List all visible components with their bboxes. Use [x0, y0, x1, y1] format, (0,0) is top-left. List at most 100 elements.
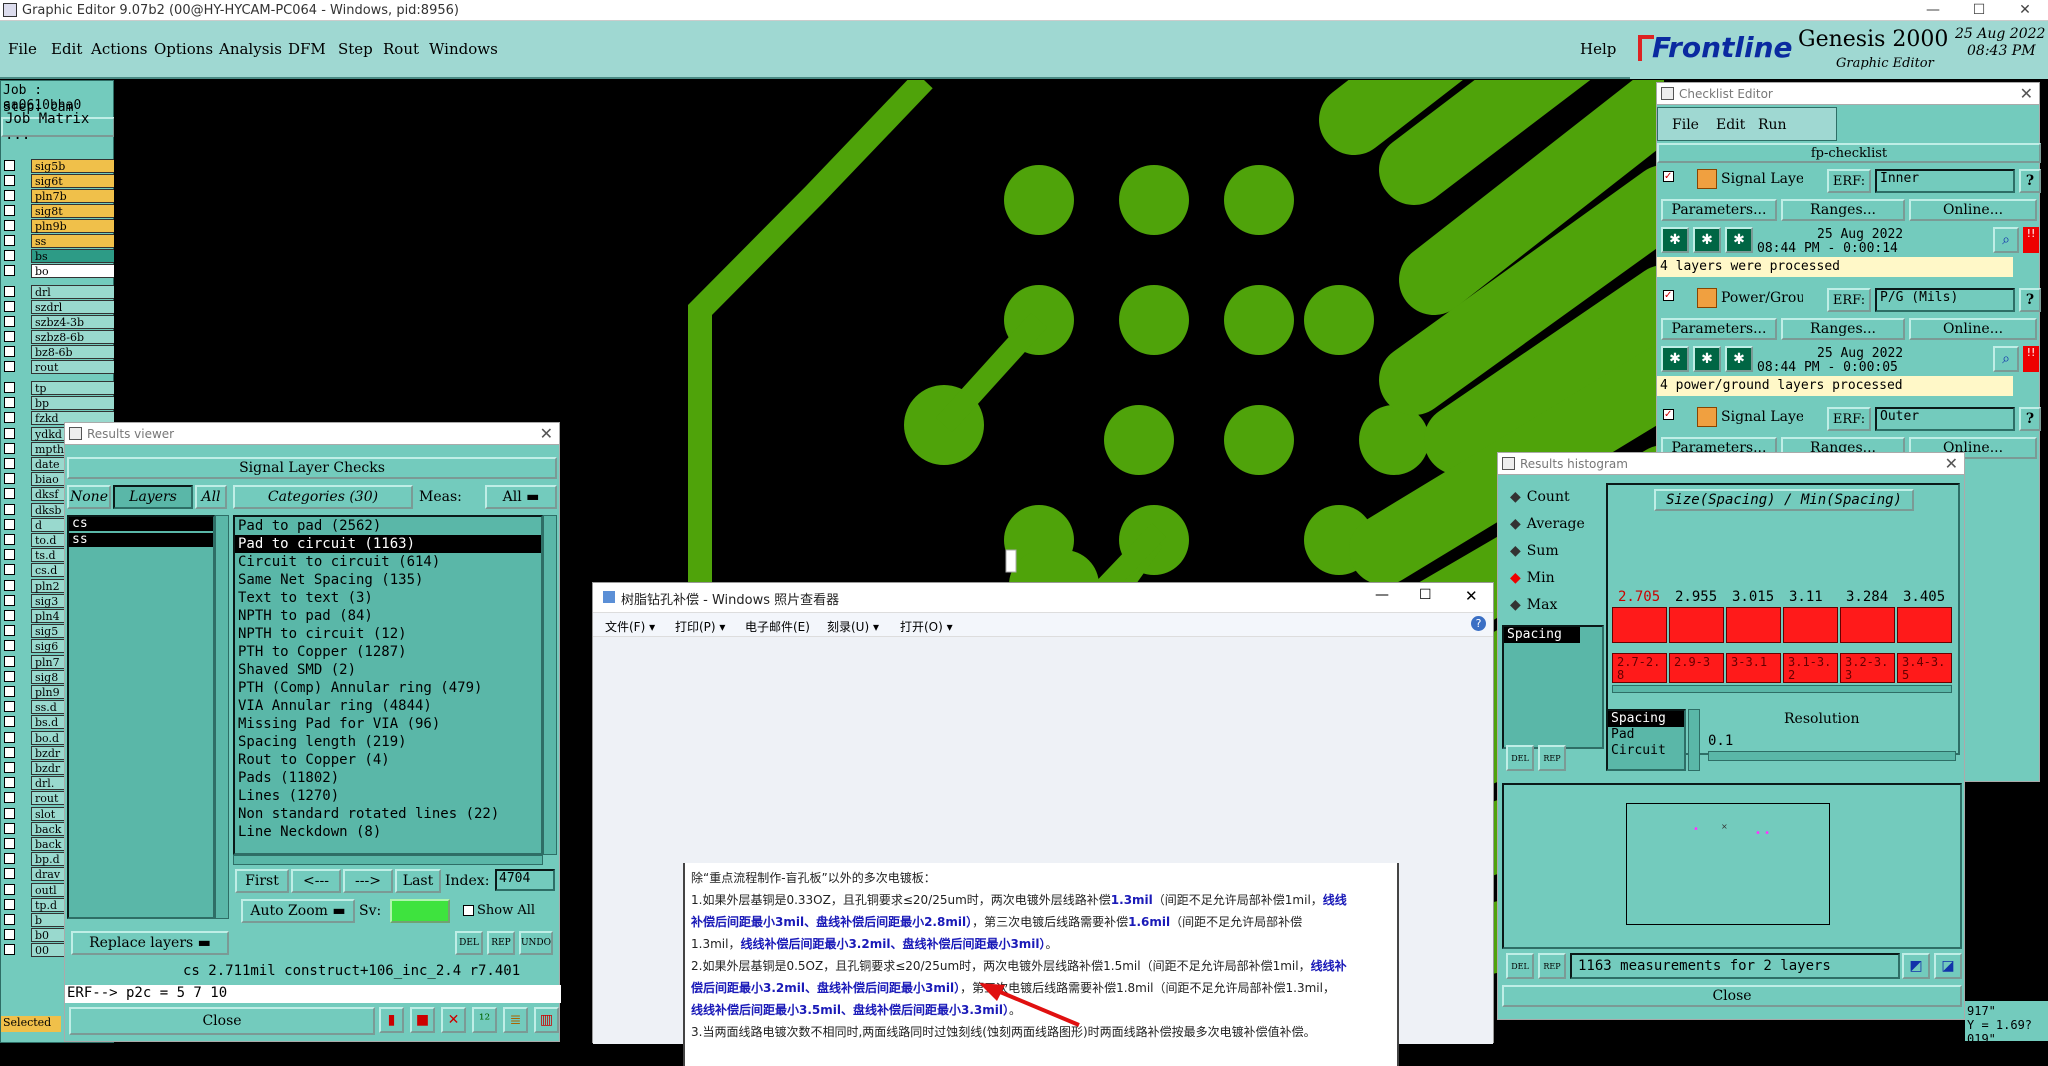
photo-menu-print[interactable]: 打印(P) ▾ [675, 618, 725, 635]
photo-menu-file[interactable]: 文件(F) ▾ [605, 618, 655, 635]
layer-item[interactable]: szdrl [31, 300, 115, 314]
category-list[interactable]: Pad to pad (2562) Pad to circuit (1163) Ci… [233, 515, 543, 855]
layer-list-scrollbar[interactable] [215, 515, 229, 919]
layer-item[interactable]: bz8-6b [31, 345, 115, 359]
layer-item[interactable]: sig5b [31, 159, 115, 173]
category-item[interactable]: Missing Pad for VIA (96) [235, 715, 541, 733]
photo-help-icon[interactable]: ? [1471, 616, 1486, 631]
maximize-button[interactable]: ☐ [1956, 0, 2002, 21]
layer-checkbox[interactable] [4, 473, 15, 485]
none-button[interactable]: None [67, 485, 111, 509]
layer-checkbox[interactable] [4, 898, 15, 910]
category-item[interactable]: Line Neckdown (8) [235, 823, 541, 841]
show-all-checkbox[interactable] [463, 905, 474, 916]
histogram-close-button[interactable]: Close [1502, 985, 1962, 1007]
preview-del-button[interactable]: DEL [1506, 953, 1534, 979]
checklist-menu-file[interactable]: File [1672, 117, 1699, 133]
chart-icon[interactable]: ▥ [534, 1007, 559, 1033]
menu-windows[interactable]: Windows [429, 40, 498, 58]
layer-checkbox[interactable] [4, 190, 15, 201]
histogram-bar[interactable] [1669, 607, 1724, 643]
layer-checkbox[interactable] [4, 686, 15, 697]
layer-checkbox[interactable] [4, 883, 15, 895]
layer-checkbox[interactable] [4, 160, 15, 171]
layer-checkbox[interactable] [4, 868, 15, 880]
erf-button[interactable]: ERF: [1827, 407, 1871, 431]
menu-analysis[interactable]: Analysis [219, 40, 282, 58]
check-checkbox[interactable]: ✓ [1663, 409, 1674, 420]
histogram-close-icon[interactable]: ✕ [1945, 454, 1958, 473]
layer-checkbox[interactable] [4, 564, 15, 576]
list-icon[interactable]: ≣ [503, 1007, 528, 1033]
layer-item[interactable]: rout [31, 360, 115, 374]
check-help-button[interactable]: ? [2019, 407, 2041, 431]
menu-dfm[interactable]: DFM [288, 40, 326, 58]
menu-step[interactable]: Step [338, 40, 373, 58]
layer-checkbox[interactable] [4, 346, 15, 357]
layer-item[interactable]: ss [31, 234, 115, 248]
layer-checkbox[interactable] [4, 301, 15, 312]
layer-item[interactable]: szbz8-6b [31, 330, 115, 344]
layer-checkbox[interactable] [4, 610, 15, 621]
layer-checkbox[interactable] [4, 205, 15, 216]
layer-checkbox[interactable] [4, 792, 15, 804]
online-button[interactable]: Online... [1909, 199, 2037, 221]
layer-checkbox[interactable] [4, 549, 15, 561]
menu-options[interactable]: Options [154, 40, 213, 58]
layer-item[interactable]: bo [31, 264, 115, 278]
layer-checkbox[interactable] [4, 762, 15, 773]
menu-file[interactable]: File [8, 40, 37, 58]
category-scrollbar[interactable] [543, 515, 557, 855]
job-matrix-button[interactable]: Job Matrix ... [1, 111, 115, 143]
first-button[interactable]: First [235, 869, 289, 893]
layer-checkbox[interactable] [4, 701, 15, 713]
layer-checkbox[interactable] [4, 579, 15, 591]
category-item[interactable]: Same Net Spacing (135) [235, 571, 541, 589]
resolution-slider[interactable] [1708, 751, 1956, 761]
results-viewer-close-button[interactable]: Close [69, 1007, 375, 1035]
layer-checkbox[interactable] [4, 625, 15, 637]
layer-checkbox[interactable] [4, 235, 15, 246]
layer-checkbox[interactable] [4, 265, 15, 276]
number-icon[interactable]: ¹² [472, 1007, 497, 1033]
layer-checkbox[interactable] [4, 518, 15, 530]
run-icon[interactable]: ✱ [1725, 346, 1753, 372]
photo-menu-open[interactable]: 打开(O) ▾ [900, 618, 953, 635]
erf-button[interactable]: ERF: [1827, 288, 1871, 312]
next-button[interactable]: ---> [343, 869, 393, 893]
layer-checkbox[interactable] [4, 640, 15, 652]
layer-checkbox[interactable] [4, 220, 15, 231]
checklist-menu-run[interactable]: Run [1758, 117, 1787, 133]
histogram-bar[interactable] [1897, 607, 1952, 643]
category-item[interactable]: Pads (11802) [235, 769, 541, 787]
layer-checkbox[interactable] [4, 944, 15, 956]
online-button[interactable]: Online... [1909, 318, 2037, 340]
layer-item[interactable]: bp [31, 396, 115, 411]
rep-button[interactable]: REP [487, 931, 515, 955]
layer-item[interactable]: szbz4-3b [31, 315, 115, 329]
results-viewer-close-icon[interactable]: ✕ [540, 424, 553, 443]
alert-icon[interactable]: !! [2023, 346, 2039, 372]
run-icon[interactable]: ✱ [1693, 346, 1721, 372]
category-item[interactable]: Pad to circuit (1163) [235, 535, 541, 553]
parameters-button[interactable]: Parameters... [1661, 199, 1777, 221]
histogram-bin-label[interactable]: 3.2-3.3 [1840, 653, 1895, 683]
preview-rep-button[interactable]: REP [1538, 953, 1566, 979]
check-checkbox[interactable]: ✓ [1663, 171, 1674, 182]
photo-minimize-button[interactable]: — [1375, 587, 1389, 603]
layer-result-list[interactable]: cs ss [67, 515, 215, 919]
result-layer-item[interactable]: ss [69, 533, 213, 547]
layer-item[interactable]: sig8t [31, 204, 115, 218]
histogram-bin-label[interactable]: 2.9-3 [1669, 653, 1724, 683]
run-icon[interactable]: ✱ [1725, 227, 1753, 253]
category-item[interactable]: NPTH to pad (84) [235, 607, 541, 625]
layer-item[interactable]: pln9b [31, 219, 115, 233]
category-item[interactable]: Circuit to circuit (614) [235, 553, 541, 571]
histogram-list2-item[interactable]: Spacing [1608, 711, 1684, 727]
categories-button[interactable]: Categories (30) [233, 485, 413, 509]
histogram-bin-label[interactable]: 3-3.1 [1726, 653, 1781, 683]
all-button[interactable]: All [195, 485, 227, 509]
histogram-del-button[interactable]: DEL [1506, 745, 1534, 771]
meas-dropdown[interactable]: All ▬ [485, 485, 557, 509]
zoom-all-icon[interactable]: ◪ [1934, 953, 1962, 979]
